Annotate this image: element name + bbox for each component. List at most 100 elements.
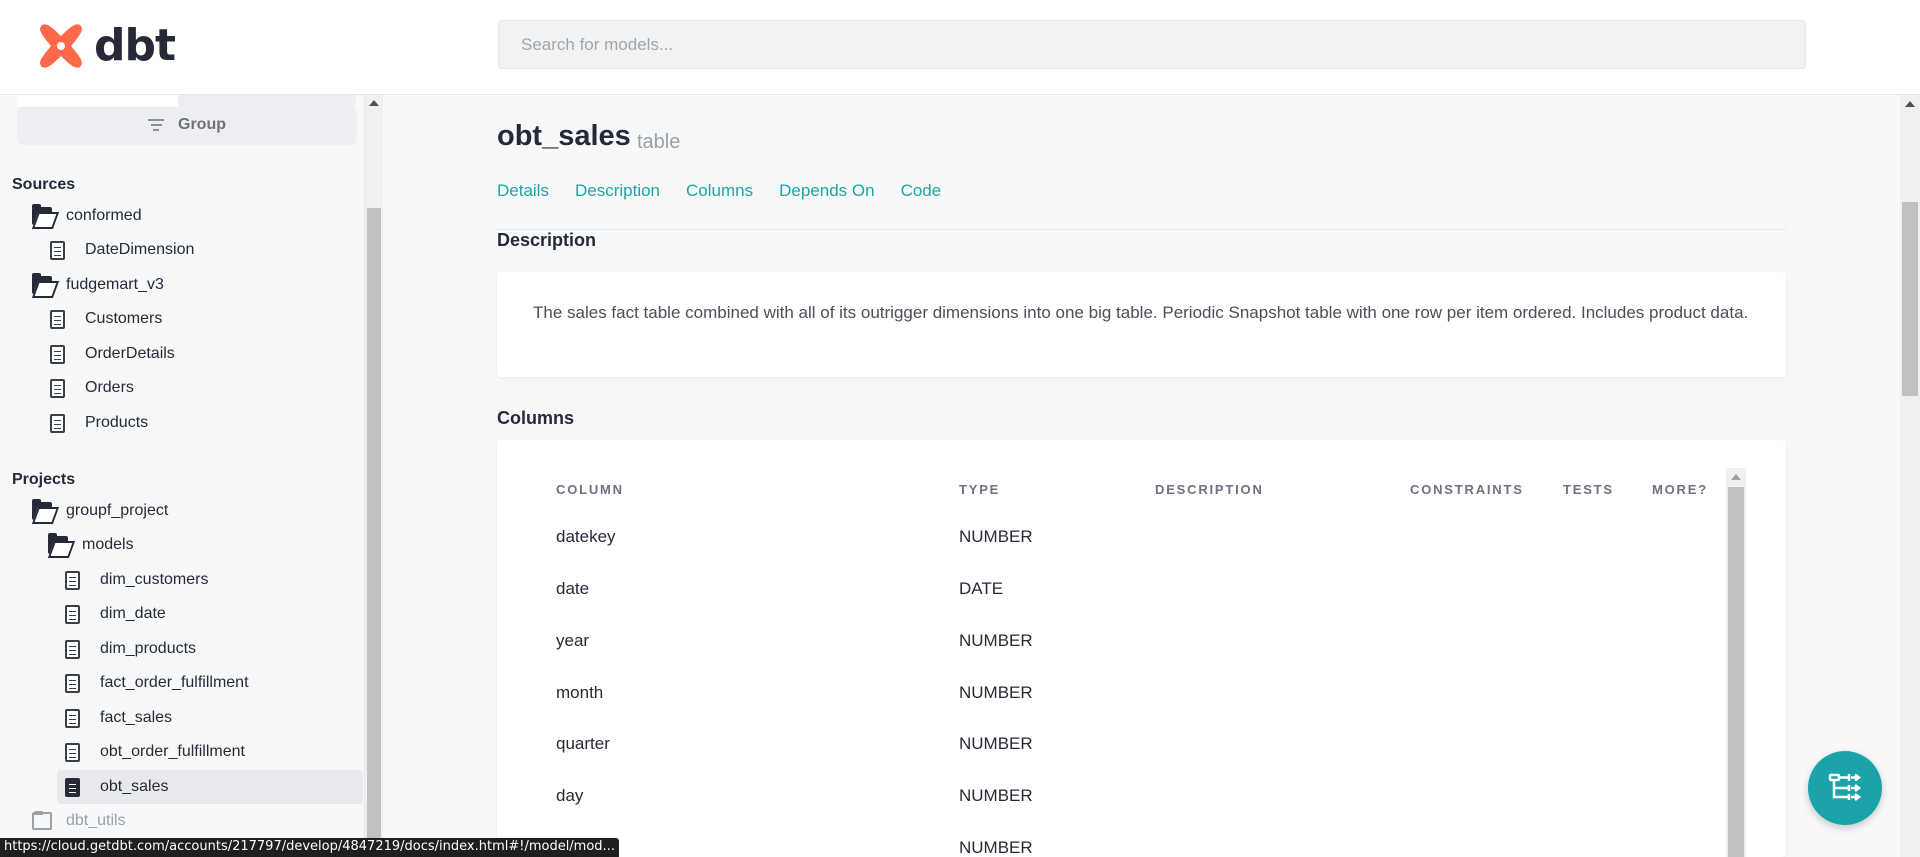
divider xyxy=(497,229,1786,230)
tree-file-orders[interactable]: Orders xyxy=(50,372,134,404)
projects-title: Projects xyxy=(12,471,76,488)
table-row[interactable]: date DATE xyxy=(497,579,1727,631)
folder-open-icon xyxy=(48,533,68,554)
tree-item-label: dim_date xyxy=(100,605,166,622)
model-nav: Details Description Columns Depends On C… xyxy=(497,181,941,201)
tree-file-fact-sales[interactable]: fact_sales xyxy=(65,702,172,734)
tree-item-label: Customers xyxy=(85,310,163,327)
tree-file-obt-order-fulfillment[interactable]: obt_order_fulfillment xyxy=(65,736,245,768)
column-name: date xyxy=(556,579,590,598)
tree-file-dim-customers[interactable]: dim_customers xyxy=(65,564,208,596)
document-icon xyxy=(65,570,80,590)
group-label: Group xyxy=(178,116,226,133)
search-input[interactable] xyxy=(498,20,1806,69)
tree-folder-dbt-utils[interactable]: dbt_utils xyxy=(32,805,126,837)
tree-file-fact-order-fulfillment[interactable]: fact_order_fulfillment xyxy=(65,667,249,699)
tree-file-dim-products[interactable]: dim_products xyxy=(65,633,196,665)
dbt-logo[interactable]: dbt xyxy=(36,20,176,71)
document-icon xyxy=(65,673,80,693)
tree-item-label: fact_order_fulfillment xyxy=(100,674,249,691)
nav-details[interactable]: Details xyxy=(497,181,549,201)
table-row[interactable]: day NUMBER xyxy=(497,786,1727,838)
columns-heading: Columns xyxy=(497,408,575,428)
col-header-more: MORE? xyxy=(1652,482,1708,497)
column-name: year xyxy=(556,631,590,650)
columns-table: COLUMN TYPE DESCRIPTION CONSTRAINTS TEST… xyxy=(497,440,1786,857)
table-row[interactable]: quarter NUMBER xyxy=(497,734,1727,786)
col-header-type: TYPE xyxy=(959,482,1001,497)
sources-title: Sources xyxy=(12,176,76,193)
tree-item-label: Products xyxy=(85,414,149,431)
scroll-up-arrow-icon[interactable] xyxy=(1905,101,1915,107)
document-icon xyxy=(50,344,65,364)
column-name: quarter xyxy=(556,734,610,753)
folder-open-icon xyxy=(32,273,52,294)
column-type: NUMBER xyxy=(959,683,1033,702)
lineage-graph-button[interactable] xyxy=(1808,751,1882,825)
column-name: datekey xyxy=(556,527,616,546)
tree-folder-fudgemart[interactable]: fudgemart_v3 xyxy=(32,269,164,301)
col-header-column: COLUMN xyxy=(556,482,624,497)
tree-item-label: dim_products xyxy=(100,640,197,657)
tree-folder-conformed[interactable]: conformed xyxy=(32,200,142,232)
description-text: The sales fact table combined with all o… xyxy=(533,303,1749,322)
sidebar-scrollbar-thumb[interactable] xyxy=(367,208,381,857)
column-name: day xyxy=(556,786,584,805)
tree-file-products[interactable]: Products xyxy=(50,407,148,439)
dbt-logo-icon xyxy=(40,23,82,68)
nav-depends-on[interactable]: Depends On xyxy=(779,181,874,201)
column-type: NUMBER xyxy=(959,631,1033,650)
document-filled-icon xyxy=(65,777,80,797)
document-icon xyxy=(65,639,80,659)
column-type: NUMBER xyxy=(959,838,1033,857)
column-name: month xyxy=(556,683,604,702)
tree-item-label: obt_sales xyxy=(100,778,169,795)
main-scrollbar-thumb[interactable] xyxy=(1902,202,1918,396)
tree-item-label: obt_order_fulfillment xyxy=(100,743,245,760)
tree-item-label: conformed xyxy=(66,207,142,224)
scroll-up-arrow-icon[interactable] xyxy=(1731,474,1741,480)
tree-file-customers[interactable]: Customers xyxy=(50,303,162,335)
tree-item-label: models xyxy=(82,536,134,553)
col-header-tests: TESTS xyxy=(1563,482,1614,497)
lineage-graph-icon xyxy=(1828,773,1862,801)
table-row[interactable]: month NUMBER xyxy=(497,683,1727,735)
table-row[interactable]: datekey NUMBER xyxy=(497,527,1727,579)
tree-file-dim-date[interactable]: dim_date xyxy=(65,598,166,630)
column-type: NUMBER xyxy=(959,527,1033,546)
tree-file-obt-sales[interactable]: obt_sales xyxy=(65,771,169,803)
document-icon xyxy=(50,309,65,329)
folder-open-icon xyxy=(32,204,52,225)
document-icon xyxy=(50,378,65,398)
model-title: obt_sales xyxy=(497,120,631,152)
tree-file-datedimension[interactable]: DateDimension xyxy=(50,234,194,266)
nav-columns[interactable]: Columns xyxy=(686,181,753,201)
col-header-constraints: CONSTRAINTS xyxy=(1410,482,1524,497)
folder-open-icon xyxy=(32,499,52,520)
group-button[interactable]: Group xyxy=(18,107,356,143)
tree-item-label: groupf_project xyxy=(66,502,169,519)
document-icon xyxy=(65,708,80,728)
col-header-description: DESCRIPTION xyxy=(1155,482,1264,497)
column-type: NUMBER xyxy=(959,786,1033,805)
scroll-up-arrow-icon[interactable] xyxy=(369,100,379,106)
tree-item-label: DateDimension xyxy=(85,241,195,258)
tree-item-label: Orders xyxy=(85,379,134,396)
status-bar-url: https://cloud.getdbt.com/accounts/217797… xyxy=(0,838,619,857)
column-type: NUMBER xyxy=(959,734,1033,753)
tree-file-orderdetails[interactable]: OrderDetails xyxy=(50,338,175,370)
tree-item-label: dim_customers xyxy=(100,571,209,588)
nav-code[interactable]: Code xyxy=(901,181,942,201)
tree-folder-models[interactable]: models xyxy=(48,529,134,561)
model-materialization: table xyxy=(637,131,681,153)
tree-item-label: fudgemart_v3 xyxy=(66,276,164,293)
tree-folder-groupf-project[interactable]: groupf_project xyxy=(32,495,168,527)
logo-text: dbt xyxy=(94,20,176,71)
document-icon xyxy=(50,240,65,260)
table-row[interactable]: NUMBER xyxy=(497,838,1727,857)
tab-project[interactable] xyxy=(18,95,178,107)
table-row[interactable]: year NUMBER xyxy=(497,631,1727,683)
table-scrollbar-thumb[interactable] xyxy=(1728,487,1744,857)
tree-item-label: fact_sales xyxy=(100,709,173,726)
nav-description[interactable]: Description xyxy=(575,181,660,201)
